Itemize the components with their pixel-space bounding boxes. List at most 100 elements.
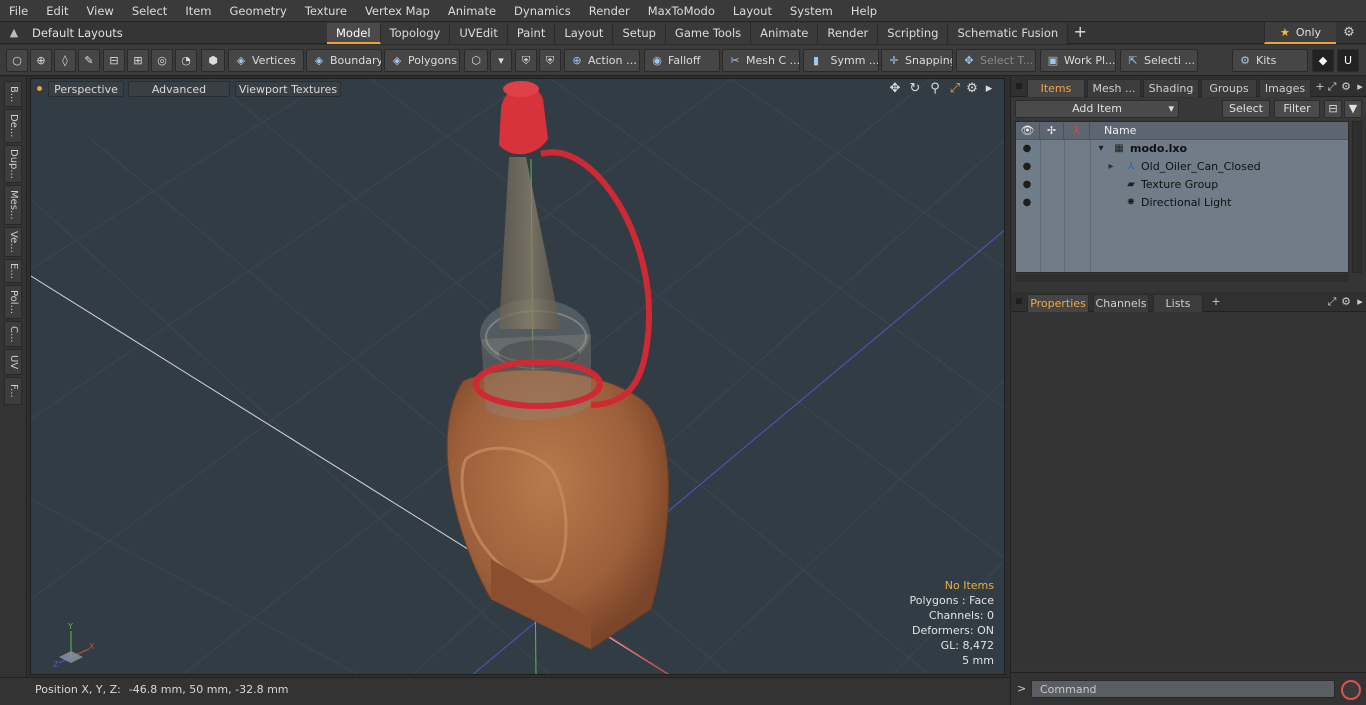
lasso-icon[interactable]: ◊ [54, 49, 76, 72]
menu-texture[interactable]: Texture [296, 0, 356, 22]
rotate-icon[interactable]: ↻ [907, 81, 923, 97]
eye-icon[interactable]: ● [1020, 140, 1034, 158]
visibility-column-icon[interactable]: 👁 [1016, 122, 1040, 140]
only-toggle[interactable]: ★ Only [1264, 22, 1336, 44]
type-column-icon[interactable]: ⅄ [1064, 122, 1090, 140]
unreal-icon[interactable]: U [1337, 49, 1359, 72]
material-icon[interactable]: ⬡ [464, 49, 488, 72]
boundary-button[interactable]: ◈ Boundary [306, 49, 382, 72]
expand-triangle-icon[interactable]: ▸ [1104, 158, 1118, 176]
panel-gear-icon[interactable]: ⚙ [1339, 79, 1353, 95]
gear-icon[interactable]: ⚙ [1340, 25, 1358, 41]
panel-grip-icon[interactable] [1016, 83, 1022, 89]
tab-channels[interactable]: Channels [1093, 294, 1149, 312]
unity-icon[interactable]: ◆ [1312, 49, 1334, 72]
home-icon[interactable]: ▲ [6, 25, 22, 41]
tab-properties[interactable]: Properties [1027, 294, 1089, 312]
name-column-header[interactable]: Name [1090, 122, 1348, 140]
tab-game-tools[interactable]: Game Tools [665, 23, 752, 44]
expand-icon[interactable]: ⤢ [1325, 79, 1339, 95]
add-item-button[interactable]: Add Item ▾ [1015, 100, 1179, 118]
falloff-button[interactable]: ◉ Falloff [644, 49, 720, 72]
tab-lists[interactable]: Lists [1153, 294, 1203, 312]
selection-sets-button[interactable]: ⇱ Selecti ... [1120, 49, 1198, 72]
default-layouts-dropdown[interactable]: Default Layouts ▾ [32, 22, 132, 62]
funnel-icon[interactable]: ▼ [1344, 100, 1362, 118]
panel-grip-icon[interactable] [1016, 298, 1022, 304]
tab-uvedit[interactable]: UVEdit [450, 23, 508, 44]
tab-topology[interactable]: Topology [380, 23, 451, 44]
chevron-down-icon[interactable]: ▾ [490, 49, 512, 72]
tab-shading[interactable]: Shading [1143, 79, 1199, 97]
action-center-button[interactable]: ⊕ Action … [564, 49, 640, 72]
polygons-button[interactable]: ◈ Polygons [384, 49, 460, 72]
item-row-light[interactable]: ● ✸ Directional Light [1016, 194, 1348, 212]
select-through-button[interactable]: ✥ Select T... [956, 49, 1036, 72]
3d-viewport[interactable]: Perspective Advanced Viewport Textures ✥… [30, 78, 1005, 675]
eye-icon[interactable]: ● [1020, 194, 1034, 212]
strip-tab-polygon[interactable]: Pol... [4, 285, 22, 319]
add-tab-icon[interactable]: + [1068, 22, 1092, 44]
advanced-button[interactable]: Advanced [128, 81, 230, 97]
panel-gear-icon[interactable]: ⚙ [1339, 294, 1353, 310]
command-input[interactable] [1031, 680, 1335, 698]
play-arrow-icon[interactable]: ▸ [981, 81, 997, 97]
item-row-texture-group[interactable]: ● ▰ Texture Group [1016, 176, 1348, 194]
tab-setup[interactable]: Setup [613, 23, 666, 44]
strip-tab-duplicate[interactable]: Dup... [4, 145, 22, 183]
cube-icon[interactable]: ⬢ [201, 49, 225, 72]
move-icon[interactable]: ✥ [887, 81, 903, 97]
strip-tab-fusion[interactable]: F... [4, 377, 22, 405]
add-properties-tab-icon[interactable]: + [1209, 294, 1223, 310]
tab-paint[interactable]: Paint [507, 23, 556, 44]
tab-model[interactable]: Model [327, 23, 381, 44]
zoom-icon[interactable]: ⚲ [927, 81, 943, 97]
strip-tab-deform[interactable]: De... [4, 109, 22, 143]
item-list-vertical-scrollbar[interactable] [1352, 121, 1362, 273]
strip-tab-vertex[interactable]: Ve... [4, 227, 22, 257]
filter-button[interactable]: Filter [1274, 100, 1320, 118]
snapping-button[interactable]: ✛ Snapping [881, 49, 953, 72]
frame-icon[interactable]: ◎ [151, 49, 173, 72]
menu-maxtomodo[interactable]: MaxToModo [639, 0, 724, 22]
tab-items[interactable]: Items [1027, 79, 1085, 97]
menu-view[interactable]: View [78, 0, 123, 22]
tab-schematic-fusion[interactable]: Schematic Fusion [948, 23, 1069, 44]
select-button[interactable]: Select [1222, 100, 1270, 118]
menu-file[interactable]: File [0, 0, 37, 22]
viewport-gear-icon[interactable]: ⚙ [964, 81, 980, 97]
shield-alt-icon[interactable]: ⛨ [539, 49, 561, 72]
strip-tab-curve[interactable]: C... [4, 321, 22, 347]
vertices-button[interactable]: ◈ Vertices [228, 49, 304, 72]
brush-icon[interactable]: ✎ [78, 49, 100, 72]
strip-tab-edge[interactable]: E... [4, 259, 22, 283]
pie-icon[interactable]: ◔ [175, 49, 197, 72]
menu-layout[interactable]: Layout [724, 0, 781, 22]
symmetry-button[interactable]: ▮ Symm ... [803, 49, 879, 72]
item-list-horizontal-scrollbar[interactable] [1015, 274, 1349, 282]
menu-item[interactable]: Item [176, 0, 220, 22]
viewport-textures-button[interactable]: Viewport Textures [235, 81, 341, 97]
maximize-icon[interactable]: ⤢ [947, 81, 963, 97]
lock-column-icon[interactable]: ✢ [1040, 122, 1064, 140]
menu-vertex-map[interactable]: Vertex Map [356, 0, 439, 22]
tab-animate[interactable]: Animate [751, 23, 819, 44]
strip-tab-uv[interactable]: UV [4, 349, 22, 375]
shield-icon[interactable]: ⛨ [515, 49, 537, 72]
panel-arrow-icon[interactable]: ▸ [1353, 294, 1366, 310]
tab-layout[interactable]: Layout [555, 23, 614, 44]
select-circle-icon[interactable]: ○ [6, 49, 28, 72]
item-row-mesh[interactable]: ● ▸ ⅄ Old_Oiler_Can_Closed [1016, 158, 1348, 176]
menu-geometry[interactable]: Geometry [221, 0, 296, 22]
item-row-scene[interactable]: ● ▾ ▦ modo.lxo [1016, 140, 1348, 158]
work-plane-button[interactable]: ▣ Work Pl... [1040, 49, 1116, 72]
kits-button[interactable]: ⚙ Kits [1232, 49, 1308, 72]
collapse-icon[interactable]: ⊟ [1324, 100, 1342, 118]
expand-icon[interactable]: ⤢ [1325, 294, 1339, 310]
strip-tab-mesh[interactable]: Mes... [4, 185, 22, 225]
menu-render[interactable]: Render [580, 0, 639, 22]
menu-help[interactable]: Help [842, 0, 886, 22]
perspective-button[interactable]: Perspective [48, 81, 124, 97]
align-icon[interactable]: ⊟ [103, 49, 125, 72]
tab-mesh[interactable]: Mesh ... [1087, 79, 1141, 97]
